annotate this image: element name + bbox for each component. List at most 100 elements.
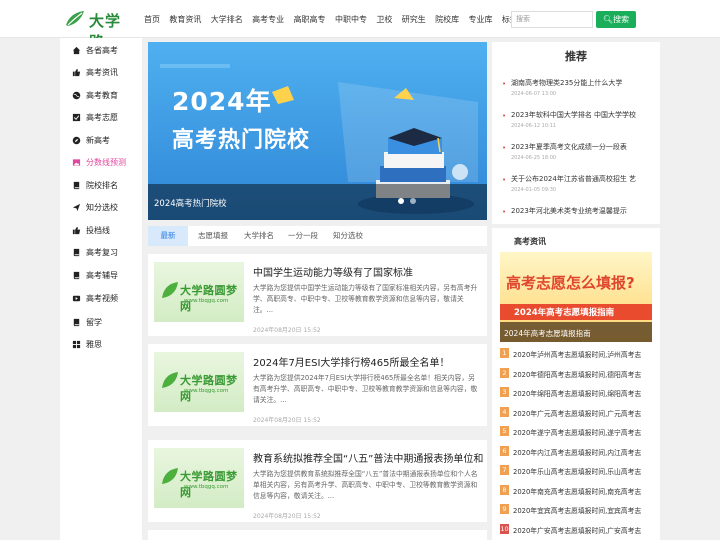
book-icon xyxy=(73,318,80,326)
globe-icon xyxy=(72,91,81,99)
article-thumbnail[interactable]: 大学路圆梦网 www.tbqgq.com xyxy=(154,262,244,322)
thumbs-up-icon xyxy=(72,68,81,76)
list-item[interactable]: 5 2020年遂宁高考志愿填报时间,遂宁高考志 xyxy=(500,426,655,438)
rank-badge: 10 xyxy=(500,524,509,534)
article-date: 2024年08月20日 15:52 xyxy=(253,327,321,334)
rank-badge: 9 xyxy=(500,504,509,514)
sidebar-item-education[interactable]: 高考教育 xyxy=(72,88,118,102)
site-logo[interactable]: 大学路 xyxy=(64,9,136,51)
nav-item-health-school[interactable]: 卫校 xyxy=(376,13,392,27)
list-item[interactable]: 2 2020年德阳高考志愿填报时间,德阳高考志 xyxy=(500,368,655,380)
rank-badge: 7 xyxy=(500,465,509,475)
tab-score-school[interactable]: 知分选校 xyxy=(328,226,368,246)
gaokao-news-title: 高考资讯 xyxy=(514,237,546,246)
sidebar-item-application[interactable]: 高考志愿 xyxy=(72,110,118,124)
rank-badge: 5 xyxy=(500,426,509,436)
top-bar: 大学路 首页 教育资讯 大学排名 高考专业 高职高专 中职中专 卫校 研究生 院… xyxy=(0,0,720,51)
list-item[interactable]: 大学路圆梦网 www.tbqgq.com 2024年7月ESI大学排行榜465所… xyxy=(148,344,487,426)
article-summary: 大学路为您提供教育系统拟推荐全国“八五”普法中期通报表扬单位和个人名单相关内容，… xyxy=(253,470,478,500)
nav-item-colleges[interactable]: 院校库 xyxy=(435,13,459,27)
grid-icon xyxy=(72,340,81,348)
sidebar-item-new-gaokao[interactable]: 新高考 xyxy=(72,133,110,147)
article-summary: 大学路为您提供中国学生运动能力等级有了国家标准相关内容，另有高考升学、高职高专、… xyxy=(253,284,478,314)
nav-item-majors[interactable]: 高考专业 xyxy=(252,13,284,27)
search-icon: 🔍︎ xyxy=(602,15,614,24)
tab-score-segments[interactable]: 一分一段 xyxy=(284,226,322,246)
banner-headline: 高考热门院校 xyxy=(172,128,311,153)
rank-badge: 3 xyxy=(500,387,509,397)
send-icon xyxy=(72,203,81,211)
bullet-icon: • xyxy=(502,80,507,88)
banner-year: 2024年 xyxy=(172,87,272,116)
list-item[interactable]: 3 2020年绵阳高考志愿填报时间,绵阳高考志 xyxy=(500,387,655,399)
carousel-dot[interactable] xyxy=(410,198,416,204)
article-tabs: 最新 志愿填报 大学排名 一分一段 知分选校 xyxy=(148,226,487,246)
nav-item-graduate[interactable]: 研究生 xyxy=(402,13,426,27)
sidebar-item-score-school[interactable]: 知分选校 xyxy=(72,200,118,214)
list-item[interactable]: 10 2020年广安高考志愿填报时间,广安高考志 xyxy=(500,524,655,536)
search-input[interactable]: 搜索 xyxy=(511,11,593,28)
nav-item-news[interactable]: 教育资讯 xyxy=(169,13,201,27)
carousel-dot-active[interactable] xyxy=(398,198,404,204)
list-item[interactable]: 1 2020年泸州高考志愿填报时间,泸州高考志 xyxy=(500,348,655,360)
checkbox-icon xyxy=(72,113,81,121)
article-title[interactable]: 中国学生运动能力等级有了国家标准 xyxy=(253,264,483,279)
rank-badge: 8 xyxy=(500,485,509,495)
rank-badge: 4 xyxy=(500,407,509,417)
sidebar-item-news[interactable]: 高考资讯 xyxy=(72,65,118,79)
list-item[interactable]: 4 2020年广元高考志愿填报时间,广元高考志 xyxy=(500,407,655,419)
list-item[interactable]: 7 2020年乐山高考志愿填报时间,乐山高考志 xyxy=(500,465,655,477)
sidebar-item-college-ranking[interactable]: 院校排名 xyxy=(72,178,118,192)
sidebar-item-study-abroad[interactable]: 留学 xyxy=(72,315,102,329)
list-item[interactable]: 8 2020年南充高考志愿填报时间,南充高考志 xyxy=(500,485,655,497)
nav-item-secondary[interactable]: 中职中专 xyxy=(335,13,367,27)
book-icon xyxy=(73,271,80,279)
logo-leaf-icon xyxy=(162,372,178,388)
compass-icon xyxy=(72,136,81,144)
logo-leaf-icon xyxy=(66,11,84,26)
article-title[interactable]: 教育系统拟推荐全国“八五”普法中期通报表扬单位和个人名单 xyxy=(253,450,483,465)
nav-item-ranking[interactable]: 大学排名 xyxy=(211,13,243,27)
list-item[interactable]: 大学路圆梦网 www.tbqgq.com 教育系统拟推荐全国“八五”普法中期通报… xyxy=(148,440,487,522)
logo-leaf-icon xyxy=(162,468,178,484)
article-date: 2024年08月20日 15:52 xyxy=(253,513,321,520)
rank-badge: 2 xyxy=(500,368,509,378)
recommend-panel: 推荐 • 湖南高考物理类235分能上什么大学 2024-06-07 13:00 … xyxy=(492,42,660,224)
article-thumbnail[interactable]: 大学路圆梦网 www.tbqgq.com xyxy=(154,352,244,412)
bullet-icon: • xyxy=(502,112,507,120)
gaokao-news-banner[interactable]: 高考志愿怎么填报? 2024年高考志愿填报指南 2024年高考志愿填报指南 xyxy=(500,252,652,342)
tab-application[interactable]: 志愿填报 xyxy=(192,226,234,246)
bullet-icon: • xyxy=(502,144,507,152)
tab-ranking[interactable]: 大学排名 xyxy=(238,226,280,246)
home-icon xyxy=(72,46,81,54)
image-icon xyxy=(72,158,81,166)
hero-carousel[interactable]: 2024年 高考热门院校 2024高考热门院校 xyxy=(148,42,487,220)
book-icon xyxy=(73,181,80,189)
video-icon xyxy=(72,295,81,301)
sidebar-item-video[interactable]: 高考视频 xyxy=(72,291,118,305)
rank-badge: 6 xyxy=(500,446,509,456)
list-item[interactable]: 6 2020年内江高考志愿填报时间,内江高考志 xyxy=(500,446,655,458)
nav-item-home[interactable]: 首页 xyxy=(144,13,160,27)
sidebar-item-provinces[interactable]: 各省高考 xyxy=(72,43,118,57)
recommend-title: 推荐 xyxy=(565,50,587,63)
banner-caption: 2024高考热门院校 xyxy=(154,199,227,209)
sidebar-item-tutoring[interactable]: 高考辅导 xyxy=(72,268,118,282)
search-button[interactable]: 🔍︎搜索 xyxy=(596,11,636,28)
list-item[interactable]: 9 2020年宜宾高考志愿填报时间,宜宾高考志 xyxy=(500,504,655,516)
gaokao-news-panel: 高考资讯 高考志愿怎么填报? 2024年高考志愿填报指南 2024年高考志愿填报… xyxy=(492,228,660,540)
sidebar-item-ielts[interactable]: 雅思 xyxy=(72,337,102,351)
thumbs-up-icon xyxy=(72,226,81,234)
article-thumbnail[interactable]: 大学路圆梦网 www.tbqgq.com xyxy=(154,448,244,508)
nav-item-major-db[interactable]: 专业库 xyxy=(469,13,493,27)
article-title[interactable]: 2024年7月ESI大学排行榜465所最全名单！ xyxy=(253,354,483,369)
book-icon xyxy=(73,248,80,256)
sidebar-item-review[interactable]: 高考复习 xyxy=(72,245,118,259)
sidebar-item-admission-line[interactable]: 投档线 xyxy=(72,223,110,237)
list-item[interactable] xyxy=(148,530,487,540)
list-item[interactable]: 大学路圆梦网 www.tbqgq.com 中国学生运动能力等级有了国家标准 大学… xyxy=(148,254,487,336)
tab-latest[interactable]: 最新 xyxy=(148,226,188,246)
nav-item-vocational[interactable]: 高职高专 xyxy=(294,13,326,27)
sidebar-item-score-prediction[interactable]: 分数线预测 xyxy=(72,155,126,169)
main-nav: 首页 教育资讯 大学排名 高考专业 高职高专 中职中专 卫校 研究生 院校库 专… xyxy=(144,13,527,27)
